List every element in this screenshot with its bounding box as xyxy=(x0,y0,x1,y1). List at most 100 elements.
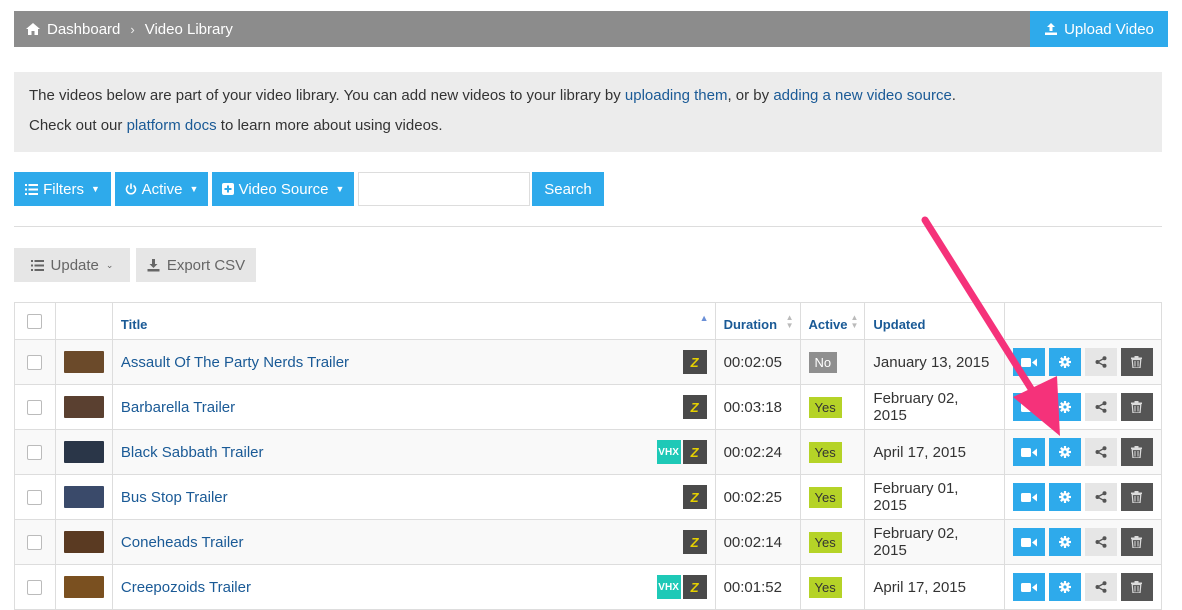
platform-docs-link[interactable]: platform docs xyxy=(127,117,217,134)
update-dropdown[interactable]: Update ⌄ xyxy=(14,248,130,282)
share-button[interactable] xyxy=(1084,573,1117,601)
settings-button[interactable] xyxy=(1048,483,1081,511)
updated-header[interactable]: Updated xyxy=(864,302,1005,340)
row-actions-cell xyxy=(1003,519,1163,565)
breadcrumb-current: Video Library xyxy=(144,20,233,38)
video-player-button[interactable] xyxy=(1012,393,1045,421)
settings-button[interactable] xyxy=(1048,528,1081,556)
active-dropdown[interactable]: Active ▼ xyxy=(115,172,208,206)
video-player-button[interactable] xyxy=(1012,483,1045,511)
active-badge: Yes xyxy=(808,441,842,463)
breadcrumb-separator: › xyxy=(130,21,135,37)
thumbnail-cell xyxy=(54,564,113,610)
share-button[interactable] xyxy=(1084,483,1117,511)
chevron-down-icon: ⌄ xyxy=(105,259,114,270)
video-thumbnail[interactable] xyxy=(63,441,104,463)
share-icon xyxy=(1095,581,1107,593)
gear-icon xyxy=(1058,356,1071,368)
info-text: , or by xyxy=(727,87,774,104)
video-source-dropdown[interactable]: Video Source ▼ xyxy=(212,172,354,206)
row-checkbox[interactable] xyxy=(27,444,43,460)
duration-cell: 00:02:25 xyxy=(714,474,801,520)
delete-button[interactable] xyxy=(1120,348,1153,376)
settings-button[interactable] xyxy=(1048,438,1081,466)
select-all-checkbox[interactable] xyxy=(27,313,43,329)
duration-cell: 00:01:52 xyxy=(714,564,801,610)
info-line-1: The videos below are part of your video … xyxy=(29,88,1147,103)
active-cell: Yes xyxy=(799,429,866,475)
uploading-link[interactable]: uploading them xyxy=(625,87,728,104)
row-select-cell xyxy=(14,474,56,520)
video-title-link[interactable]: Black Sabbath Trailer xyxy=(121,444,264,461)
video-player-button[interactable] xyxy=(1012,438,1045,466)
active-badge: Yes xyxy=(808,396,842,418)
video-player-button[interactable] xyxy=(1012,348,1045,376)
upload-video-button[interactable]: Upload Video xyxy=(1030,11,1168,47)
share-button[interactable] xyxy=(1084,348,1117,376)
info-text: Check out our xyxy=(29,117,127,134)
row-checkbox[interactable] xyxy=(27,399,43,415)
active-badge: Yes xyxy=(808,531,842,553)
chevron-down-icon: ▼ xyxy=(335,184,345,194)
home-icon xyxy=(26,23,40,35)
gear-icon xyxy=(1058,401,1071,413)
duration-header-label: Duration xyxy=(723,316,778,332)
active-cell: Yes xyxy=(799,384,866,430)
video-thumbnail[interactable] xyxy=(63,576,104,598)
video-thumbnail[interactable] xyxy=(63,486,104,508)
delete-button[interactable] xyxy=(1120,483,1153,511)
share-button[interactable] xyxy=(1084,528,1117,556)
info-text: to learn more about using videos. xyxy=(216,117,443,134)
plus-square-icon xyxy=(221,183,234,195)
row-actions-cell xyxy=(1003,564,1163,610)
video-title-link[interactable]: Bus Stop Trailer xyxy=(121,489,228,506)
export-csv-button[interactable]: Export CSV xyxy=(136,248,256,282)
video-title-link[interactable]: Barbarella Trailer xyxy=(121,399,235,416)
row-actions-header xyxy=(1003,302,1163,340)
settings-button[interactable] xyxy=(1048,348,1081,376)
video-thumbnail[interactable] xyxy=(63,531,104,553)
video-thumbnail[interactable] xyxy=(63,351,104,373)
row-select-cell xyxy=(14,519,56,565)
video-title-link[interactable]: Creepozoids Trailer xyxy=(121,579,251,596)
title-cell: Assault Of The Party Nerds Trailer Z xyxy=(111,339,716,385)
row-checkbox[interactable] xyxy=(27,489,43,505)
chevron-down-icon: ▼ xyxy=(90,184,100,194)
settings-button[interactable] xyxy=(1048,573,1081,601)
add-video-source-link[interactable]: adding a new video source xyxy=(773,87,951,104)
delete-button[interactable] xyxy=(1120,573,1153,601)
filters-dropdown[interactable]: Filters ▼ xyxy=(14,172,111,206)
thumbnail-cell xyxy=(54,429,113,475)
delete-button[interactable] xyxy=(1120,438,1153,466)
duration-header[interactable]: Duration ▲ ▼ xyxy=(714,302,801,340)
export-csv-label: Export CSV xyxy=(166,256,246,274)
delete-button[interactable] xyxy=(1120,393,1153,421)
row-checkbox[interactable] xyxy=(27,534,43,550)
video-player-button[interactable] xyxy=(1012,573,1045,601)
power-icon xyxy=(125,183,136,195)
share-button[interactable] xyxy=(1084,438,1117,466)
video-sources: Z xyxy=(682,530,707,554)
video-player-button[interactable] xyxy=(1012,528,1045,556)
gear-icon xyxy=(1058,581,1071,593)
gear-icon xyxy=(1058,446,1071,458)
video-thumbnail[interactable] xyxy=(63,396,104,418)
video-sources: VHX Z xyxy=(656,440,707,464)
delete-button[interactable] xyxy=(1120,528,1153,556)
search-input[interactable] xyxy=(358,172,530,206)
active-badge: Yes xyxy=(808,486,842,508)
breadcrumb-dashboard[interactable]: Dashboard xyxy=(47,21,120,38)
title-header[interactable]: Title ▲ xyxy=(111,302,716,340)
row-checkbox[interactable] xyxy=(27,579,43,595)
search-button[interactable]: Search xyxy=(532,172,604,206)
updated-cell: January 13, 2015 xyxy=(864,339,1005,385)
row-select-cell xyxy=(14,339,56,385)
video-title-link[interactable]: Assault Of The Party Nerds Trailer xyxy=(121,354,349,371)
active-header[interactable]: Active ▲ ▼ xyxy=(799,302,866,340)
share-button[interactable] xyxy=(1084,393,1117,421)
action-bar: Update ⌄ Export CSV xyxy=(14,248,256,282)
video-title-link[interactable]: Coneheads Trailer xyxy=(121,534,244,551)
settings-button[interactable] xyxy=(1048,393,1081,421)
video-sources: Z xyxy=(682,485,707,509)
row-checkbox[interactable] xyxy=(27,354,43,370)
